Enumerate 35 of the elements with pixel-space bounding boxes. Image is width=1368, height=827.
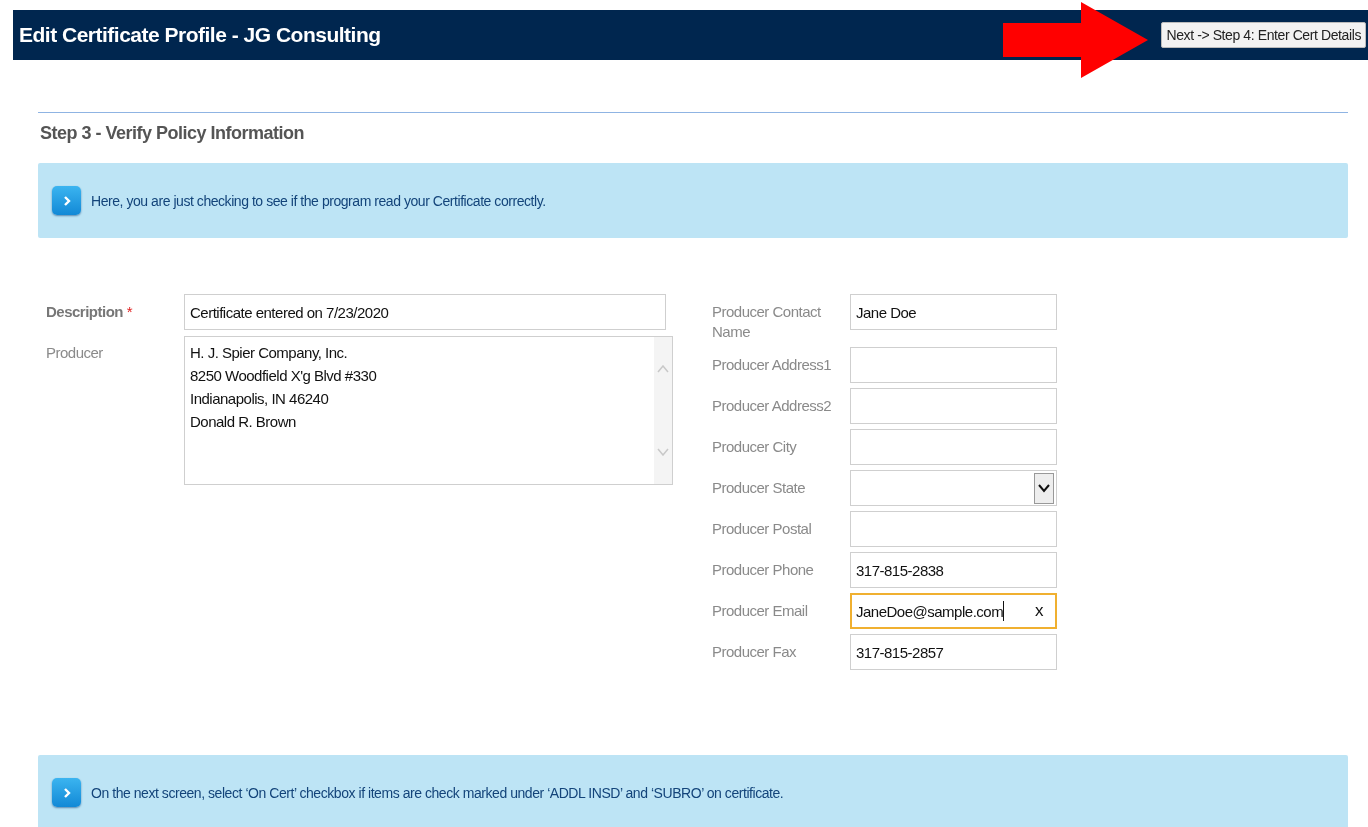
text-field[interactable]: 317-815-2838 — [850, 552, 1057, 588]
field-label: Producer Phone — [712, 560, 815, 580]
step-title: Step 3 - Verify Policy Information — [40, 123, 306, 144]
field-label: Producer Address2 — [712, 396, 833, 416]
dropdown-field[interactable] — [850, 470, 1057, 506]
required-mark: * — [126, 303, 133, 320]
text-field[interactable]: 317-815-2857 — [850, 634, 1057, 670]
text-field[interactable]: Certificate entered on 7/23/2020 — [184, 294, 666, 330]
scroll-up-icon[interactable] — [657, 365, 669, 373]
field-label: Producer Address1 — [712, 355, 833, 375]
text-field[interactable] — [850, 429, 1057, 465]
text-field[interactable] — [850, 347, 1057, 383]
chevron-right-icon — [52, 778, 81, 807]
chevron-right-icon — [52, 186, 81, 215]
info-text: Here, you are just checking to see if the program read your Certificate correctly. — [91, 192, 546, 209]
text-area-field[interactable]: H. J. Spier Company, Inc. 8250 Woodfield X'g Blvd #330 Indianapolis, IN 46240 Donald R. Brown — [184, 336, 673, 485]
field-label: Producer State — [712, 478, 807, 498]
text-field[interactable] — [850, 511, 1057, 547]
text-field[interactable]: Jane Doe — [850, 294, 1057, 330]
field-label: Producer — [46, 343, 104, 363]
field-label: Producer Email — [712, 601, 809, 621]
text-field[interactable]: JaneDoe@sample.com x — [850, 593, 1057, 629]
page-title: Edit Certificate Profile - JG Consulting — [19, 23, 381, 47]
field-label: Description — [46, 303, 123, 320]
info-text: On the next screen, select ‘On Cert’ checkbox if items are check marked under ‘ADDL INSD’ and ‘SUBRO’ on certificate. — [91, 784, 784, 801]
field-label: Producer Contact Name — [712, 302, 822, 342]
clear-button[interactable]: x — [1035, 601, 1043, 621]
next-step-button[interactable]: Next -> Step 4: Enter Cert Details — [1161, 22, 1366, 48]
text-field[interactable] — [850, 388, 1057, 424]
field-label: Producer City — [712, 437, 798, 457]
field-label: Producer Postal — [712, 519, 813, 539]
chevron-down-icon[interactable] — [1034, 472, 1054, 504]
text-cursor — [1003, 601, 1005, 621]
scroll-down-icon[interactable] — [657, 448, 669, 456]
field-label: Producer Fax — [712, 642, 798, 662]
